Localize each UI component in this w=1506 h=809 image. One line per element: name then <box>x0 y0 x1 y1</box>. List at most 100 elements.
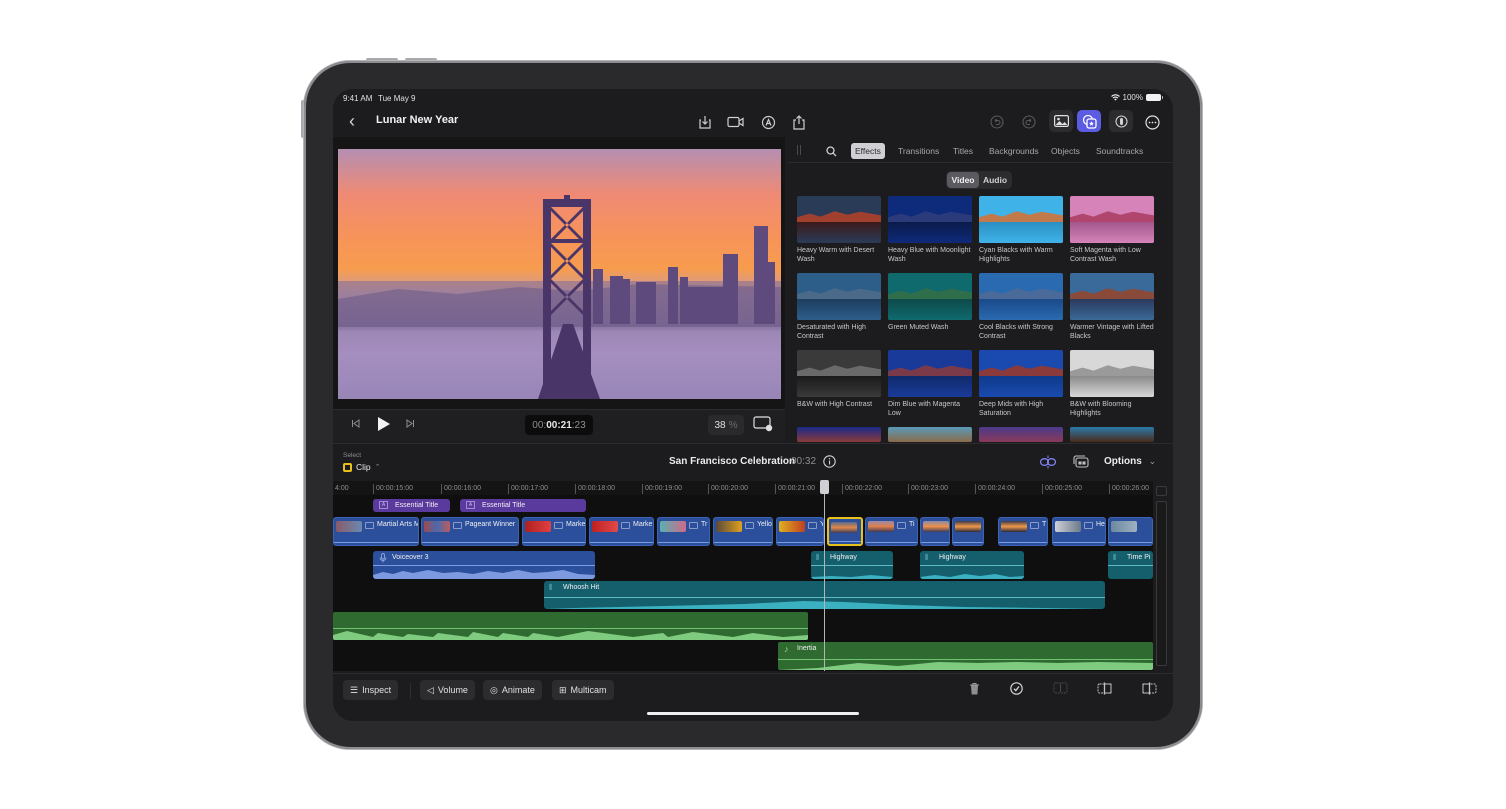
animate-button[interactable]: ◎ Animate <box>483 680 542 700</box>
effect-tile[interactable]: Dim Blue with Magenta Low <box>888 350 972 418</box>
effect-tile[interactable]: B&W with High Contrast <box>797 350 881 410</box>
effect-tile[interactable]: B&W with Blooming Highlights <box>1070 350 1154 418</box>
select-mode-picker[interactable]: Clip ⌃ <box>343 462 381 472</box>
undo-icon[interactable] <box>987 112 1007 132</box>
effect-thumbnail <box>1070 273 1154 320</box>
effect-tile[interactable]: Deep Mids with High Saturation <box>979 350 1063 418</box>
timeline-ruler[interactable]: 4:00 00:00:15:00 00:00:16:00 00:00:17:00 00:… <box>333 481 1153 495</box>
photos-button[interactable] <box>1049 110 1073 132</box>
timeline-tracks[interactable]: A Essential Title A Essential Title Mart… <box>333 495 1153 671</box>
video-clip[interactable]: Y <box>776 517 824 546</box>
effect-tile[interactable]: Warmer Vintage with Lifted Blacks <box>1070 273 1154 341</box>
segment-audio[interactable]: Audio <box>979 172 1011 188</box>
camera-icon[interactable] <box>726 112 746 132</box>
status-right: 100% <box>1110 93 1163 102</box>
previous-frame-button[interactable] <box>351 419 360 431</box>
delete-button[interactable] <box>969 682 980 698</box>
effect-tile-partial[interactable] <box>888 427 972 442</box>
skip-back-icon <box>352 419 360 428</box>
viewer-options-button[interactable] <box>753 416 773 435</box>
enable-disable-button[interactable] <box>1010 682 1023 698</box>
info-button[interactable] <box>823 455 836 473</box>
effect-tile-partial[interactable] <box>1070 427 1154 442</box>
tab-transitions[interactable]: Transitions <box>894 143 943 159</box>
inspect-button[interactable]: ☰ Inspect <box>343 680 399 700</box>
viewer-zoom-control[interactable]: 38 % <box>708 415 744 435</box>
browser-button[interactable] <box>1077 110 1101 132</box>
title-clip[interactable]: A Essential Title <box>460 499 586 512</box>
video-clip[interactable]: Pageant Winner <box>421 517 519 546</box>
segment-video[interactable]: Video <box>947 172 979 188</box>
redo-icon[interactable] <box>1019 112 1039 132</box>
audio-clip-inertia[interactable]: ♪ Inertia <box>778 642 1153 670</box>
effect-tile[interactable]: Heavy Warm with Desert Wash <box>797 196 881 264</box>
video-clip[interactable]: Ti <box>865 517 918 546</box>
thumbnail-mountains <box>1070 211 1154 222</box>
waveform <box>778 662 1153 670</box>
audio-clip-voiceover[interactable]: Voiceover 3 <box>373 551 595 579</box>
trim-end-button[interactable] <box>1142 682 1157 698</box>
video-clip[interactable] <box>952 517 984 546</box>
video-preview[interactable] <box>338 149 781 399</box>
effect-thumbnail <box>888 427 972 442</box>
enhance-button[interactable] <box>1109 110 1133 132</box>
effect-thumbnail <box>979 196 1063 243</box>
video-clip[interactable]: Marke <box>589 517 654 546</box>
volume-button[interactable]: ◁ Volume <box>420 680 475 700</box>
effect-tile[interactable]: Cool Blacks with Strong Contrast <box>979 273 1063 341</box>
audio-clip-music[interactable] <box>333 612 808 640</box>
video-clip-selected[interactable] <box>827 517 863 546</box>
tab-titles[interactable]: Titles <box>949 143 977 159</box>
playhead-handle[interactable] <box>820 480 829 494</box>
tab-effects[interactable]: Effects <box>851 143 885 159</box>
play-button[interactable] <box>377 416 391 435</box>
effect-tile[interactable]: Heavy Blue with Moonlight Wash <box>888 196 972 264</box>
thumbnail-water <box>797 376 881 397</box>
effect-tile[interactable]: Cyan Blacks with Warm Highlights <box>979 196 1063 264</box>
snapping-button[interactable] <box>1039 455 1057 474</box>
effect-thumbnail <box>797 427 881 442</box>
title-clip[interactable]: A Essential Title <box>373 499 450 512</box>
share-icon[interactable] <box>789 112 809 132</box>
clip-thumbnail <box>716 521 742 532</box>
effect-tile-partial[interactable] <box>797 427 881 442</box>
options-menu-button[interactable]: Options ⌄ <box>1104 456 1156 467</box>
effect-tile[interactable]: Soft Magenta with Low Contrast Wash <box>1070 196 1154 264</box>
video-clip[interactable]: Marke <box>522 517 586 546</box>
video-clip[interactable] <box>1108 517 1153 546</box>
video-clip[interactable]: Tr <box>657 517 710 546</box>
effect-tile[interactable]: Green Muted Wash <box>888 273 972 333</box>
video-clip[interactable]: Martial Arts Mura <box>333 517 419 546</box>
effect-tile[interactable]: Desaturated with High Contrast <box>797 273 881 341</box>
video-clip[interactable]: He <box>1052 517 1106 546</box>
audio-clip-time-piece[interactable]: ⦀ Time Pi <box>1108 551 1153 579</box>
audio-meter-toggle[interactable] <box>1156 486 1167 496</box>
drag-handle-icon[interactable] <box>797 145 801 155</box>
video-clip[interactable]: Yello <box>713 517 773 546</box>
video-clip[interactable]: T <box>998 517 1048 546</box>
playhead[interactable] <box>824 481 825 671</box>
search-icon[interactable] <box>826 144 837 162</box>
tab-backgrounds[interactable]: Backgrounds <box>985 143 1043 159</box>
trim-start-icon <box>1097 682 1112 695</box>
voiceover-icon[interactable] <box>758 112 778 132</box>
home-indicator[interactable] <box>647 712 859 715</box>
thumbnail-water <box>888 376 972 397</box>
tab-objects[interactable]: Objects <box>1047 143 1084 159</box>
clip-appearance-button[interactable] <box>1073 455 1089 473</box>
effect-label: Cyan Blacks with Warm Highlights <box>979 247 1053 263</box>
video-clip[interactable] <box>920 517 950 546</box>
more-icon[interactable] <box>1142 112 1162 132</box>
effect-tile-partial[interactable] <box>979 427 1063 442</box>
title-clip-label: Essential Title <box>482 502 526 509</box>
back-button[interactable]: ‹ <box>349 111 355 132</box>
clip-audio-line <box>921 542 949 543</box>
tab-soundtracks[interactable]: Soundtracks <box>1092 143 1147 159</box>
next-frame-button[interactable] <box>406 419 415 431</box>
trim-start-button[interactable] <box>1097 682 1112 698</box>
audio-clip-highway[interactable]: ⦀ Highway <box>920 551 1024 579</box>
zoom-unit: % <box>728 419 738 431</box>
multicam-button[interactable]: ⊞ Multicam <box>552 680 614 700</box>
split-button[interactable] <box>1053 682 1068 697</box>
import-icon[interactable] <box>695 112 715 132</box>
